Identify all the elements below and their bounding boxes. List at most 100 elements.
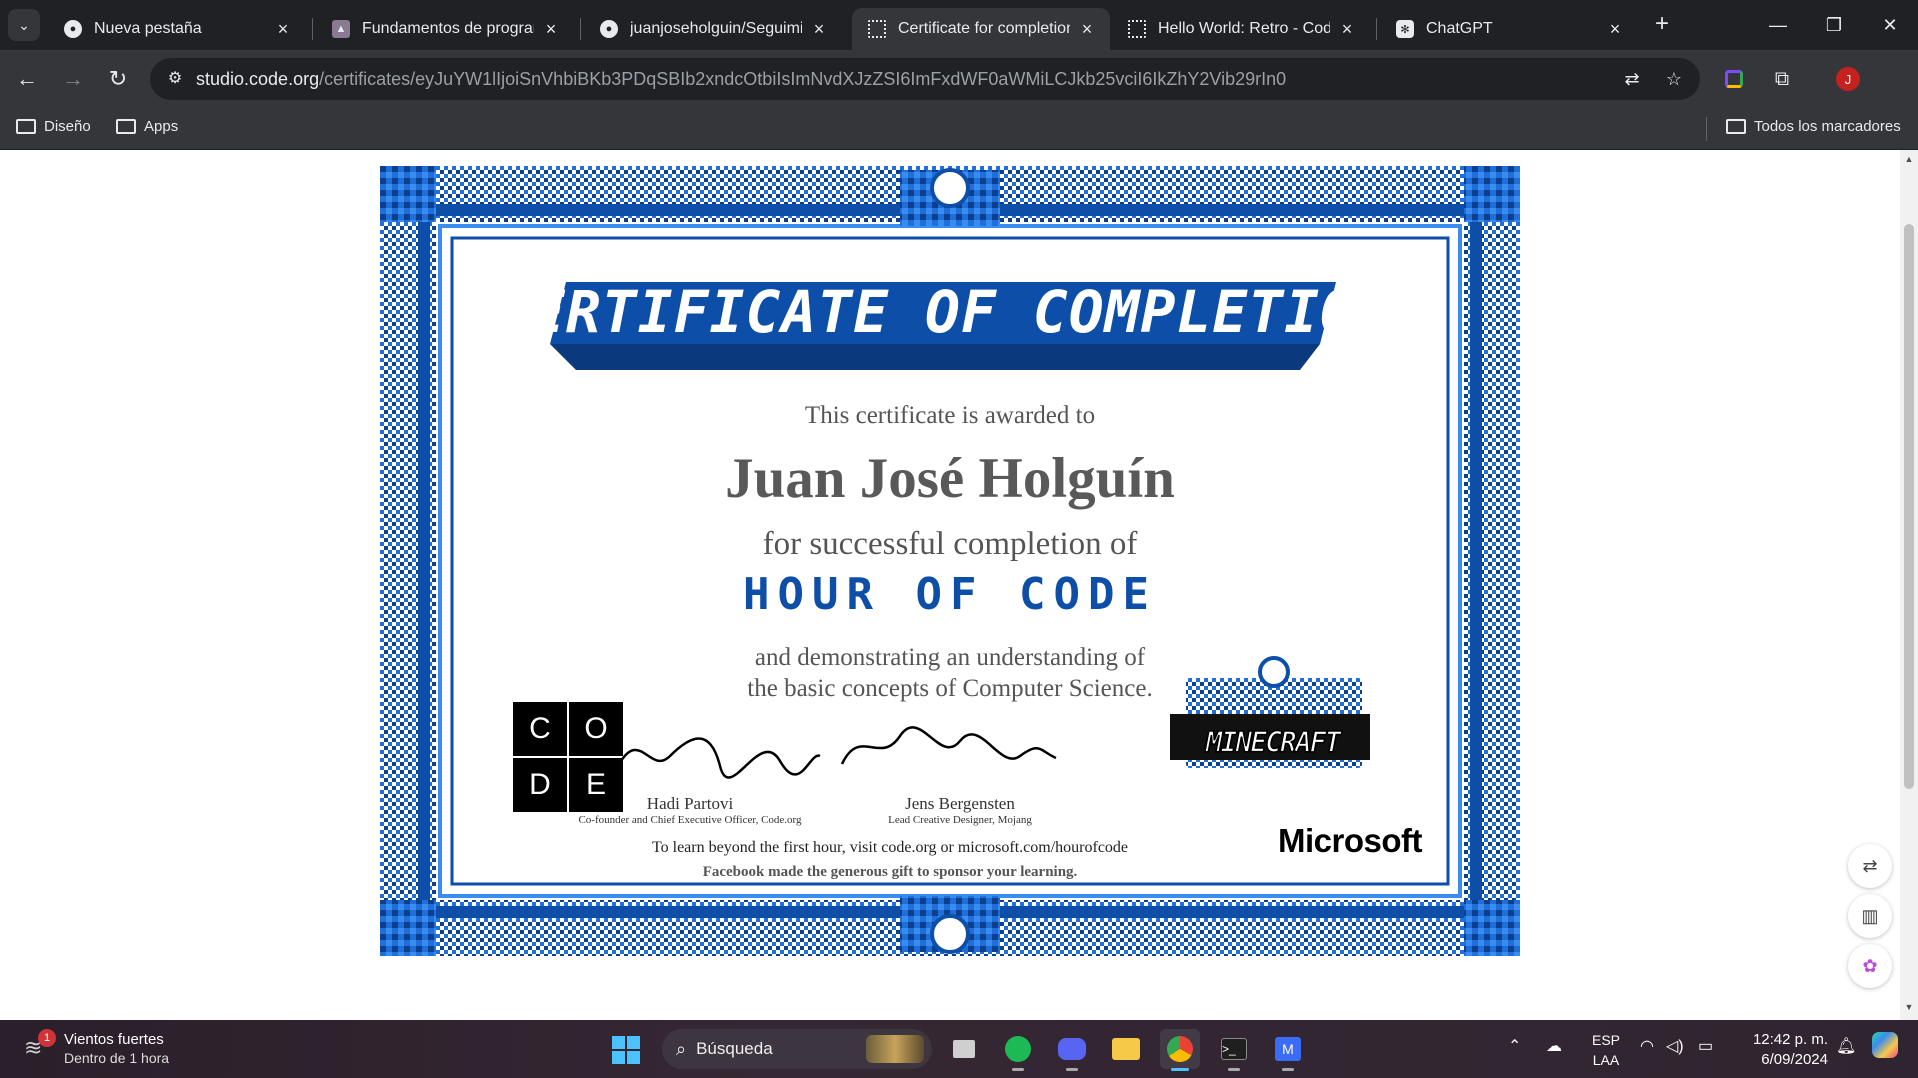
microsoft-logo: Microsoft <box>1278 822 1423 859</box>
page-content: CERTIFICATE OF COMPLETION This certifica… <box>0 150 1918 1020</box>
search-highlight-image <box>866 1035 924 1063</box>
weather-subtitle: Dentro de 1 hora <box>64 1050 170 1066</box>
tab-search-button[interactable]: ⌄ <box>8 9 40 41</box>
signer-name: Hadi Partovi <box>646 794 734 813</box>
search-icon: ⌕ <box>676 1038 687 1059</box>
code-logo-letter: O <box>569 702 623 756</box>
forward-button[interactable]: → <box>56 62 90 96</box>
close-window-button[interactable]: ✕ <box>1860 0 1918 50</box>
task-view-icon[interactable] <box>944 1029 984 1069</box>
wifi-icon[interactable]: ◠ <box>1640 1036 1654 1056</box>
signer-title: Lead Creative Designer, Mojang <box>888 814 1032 826</box>
close-icon[interactable]: × <box>274 19 292 40</box>
battery-icon[interactable]: ▭ <box>1698 1036 1713 1056</box>
reload-button[interactable]: ↻ <box>101 62 135 96</box>
back-button[interactable]: ← <box>10 62 44 96</box>
address-bar[interactable]: ⚙ studio.code.org/certificates/eyJuYW1lI… <box>150 58 1700 100</box>
weather-badge: 1 <box>38 1029 56 1047</box>
discord-icon[interactable] <box>1052 1029 1092 1071</box>
signer-title: Co-founder and Chief Executive Officer, … <box>578 814 802 826</box>
translate-side-icon[interactable]: ⇄ <box>1848 844 1892 888</box>
input-language[interactable]: ESP LAA <box>1590 1030 1622 1070</box>
demonstrating-text-1: and demonstrating an understanding of <box>754 644 1146 671</box>
tab-hello-world[interactable]: Hello World: Retro - Code.org × <box>1112 8 1370 50</box>
tab-new-tab[interactable]: ● Nueva pestaña × <box>48 8 306 50</box>
browser-toolbar: ← → ↻ ⚙ studio.code.org/certificates/eyJ… <box>0 50 1918 108</box>
all-bookmarks-button[interactable]: Todos los marcadores <box>1726 118 1901 135</box>
signer-name: Jens Bergensten <box>905 794 1015 813</box>
tab-certificate[interactable]: Certificate for completion of × <box>852 8 1110 50</box>
minecraft-logo: MINECRAFT <box>1205 725 1342 760</box>
search-placeholder: Búsqueda <box>696 1039 773 1058</box>
bookmark-star-icon[interactable]: ☆ <box>1662 67 1686 91</box>
tab-title: Certificate for completion of <box>898 20 1070 37</box>
tab-title: juanjoseholguin/Seguimiento <box>630 20 802 37</box>
reading-mode-icon[interactable]: ▥ <box>1848 894 1892 938</box>
folder-icon <box>16 119 36 134</box>
tab-fundamentos[interactable]: ▲ Fundamentos de programación × <box>316 8 574 50</box>
restore-button[interactable]: ❐ <box>1804 0 1864 50</box>
bookmarks-bar: Diseño Apps Todos los marcadores <box>0 108 1918 150</box>
profile-avatar[interactable]: J <box>1836 67 1860 91</box>
file-explorer-icon[interactable] <box>1106 1029 1146 1069</box>
chrome-icon: ● <box>64 20 82 38</box>
minimize-button[interactable]: — <box>1748 0 1808 50</box>
ai-assistant-icon[interactable]: ✿ <box>1848 944 1892 988</box>
start-button[interactable] <box>612 1036 640 1064</box>
course-name: HOUR OF CODE <box>743 569 1157 620</box>
show-hidden-icons-icon[interactable]: ⌃ <box>1508 1036 1521 1056</box>
tab-github[interactable]: ● juanjoseholguin/Seguimiento × <box>584 8 842 50</box>
scroll-thumb[interactable] <box>1904 224 1914 789</box>
bookmark-folder-apps[interactable]: Apps <box>116 118 178 135</box>
spotify-icon[interactable] <box>998 1029 1038 1071</box>
recipient-name: Juan José Holguín <box>725 447 1175 510</box>
vertical-scrollbar[interactable]: ▲ ▼ <box>1900 150 1918 1020</box>
volume-icon[interactable]: ◁) <box>1666 1036 1684 1056</box>
close-icon[interactable]: × <box>1338 19 1356 40</box>
close-icon[interactable]: × <box>1606 19 1624 40</box>
signer-partovi: Hadi Partovi Co-founder and Chief Execut… <box>560 794 820 826</box>
scroll-up-icon[interactable]: ▲ <box>1904 154 1914 166</box>
onedrive-icon[interactable]: ☁ <box>1546 1036 1562 1056</box>
chatgpt-icon: ✻ <box>1396 20 1414 38</box>
translate-icon[interactable]: ⇄ <box>1620 67 1644 91</box>
close-icon[interactable]: × <box>810 19 828 40</box>
copilot-icon[interactable] <box>1872 1032 1898 1062</box>
github-icon: ● <box>600 20 618 38</box>
code-logo-letter: C <box>513 702 567 756</box>
site-info-icon[interactable]: ⚙ <box>164 68 186 90</box>
folder-icon <box>1726 119 1746 134</box>
bookmark-folder-diseno[interactable]: Diseño <box>16 118 91 135</box>
extensions-puzzle-icon[interactable]: ⧉ <box>1766 63 1798 95</box>
scroll-down-icon[interactable]: ▼ <box>1904 1002 1914 1014</box>
completion-text: for successful completion of <box>762 526 1138 562</box>
certificate-heading: CERTIFICATE OF COMPLETION <box>494 278 1392 346</box>
folder-icon <box>116 119 136 134</box>
code-org-icon <box>868 20 886 38</box>
new-tab-button[interactable]: + <box>1648 11 1676 39</box>
signer-bergensten: Jens Bergensten Lead Creative Designer, … <box>850 794 1070 826</box>
learn-more-text: To learn beyond the first hour, visit co… <box>651 839 1129 856</box>
tab-strip: ⌄ ● Nueva pestaña × ▲ Fundamentos de pro… <box>0 0 1918 50</box>
windows-taskbar: ≋ 1 Vientos fuertes Dentro de 1 hora ⌕ B… <box>0 1020 1918 1078</box>
close-icon[interactable]: × <box>1078 19 1096 40</box>
close-icon[interactable]: × <box>542 19 560 40</box>
chrome-taskbar-icon[interactable] <box>1160 1029 1200 1071</box>
tab-title: ChatGPT <box>1426 20 1493 37</box>
code-org-icon <box>1128 20 1146 38</box>
notification-bell-icon[interactable]: 🔔︎ <box>1836 1036 1856 1056</box>
sponsor-text: Facebook made the generous gift to spons… <box>702 864 1078 880</box>
taskbar-search[interactable]: ⌕ Búsqueda <box>662 1029 932 1069</box>
tab-chatgpt[interactable]: ✻ ChatGPT × <box>1380 8 1638 50</box>
system-clock[interactable]: 12:42 p. m. 6/09/2024 <box>1736 1030 1828 1070</box>
tab-title: Hello World: Retro - Code.org <box>1158 20 1330 37</box>
code-editor-icon[interactable]: M <box>1268 1029 1308 1071</box>
certificate: CERTIFICATE OF COMPLETION This certifica… <box>380 166 1520 956</box>
awarded-to-text: This certificate is awarded to <box>804 402 1096 429</box>
extension-color-icon[interactable] <box>1718 63 1750 95</box>
url-text[interactable]: studio.code.org/certificates/eyJuYW1lIjo… <box>196 69 1286 90</box>
tab-title: Nueva pestaña <box>94 20 202 37</box>
tab-title: Fundamentos de programación <box>362 20 534 37</box>
weather-title: Vientos fuertes <box>64 1031 164 1048</box>
terminal-icon[interactable]: >_ <box>1214 1029 1254 1071</box>
